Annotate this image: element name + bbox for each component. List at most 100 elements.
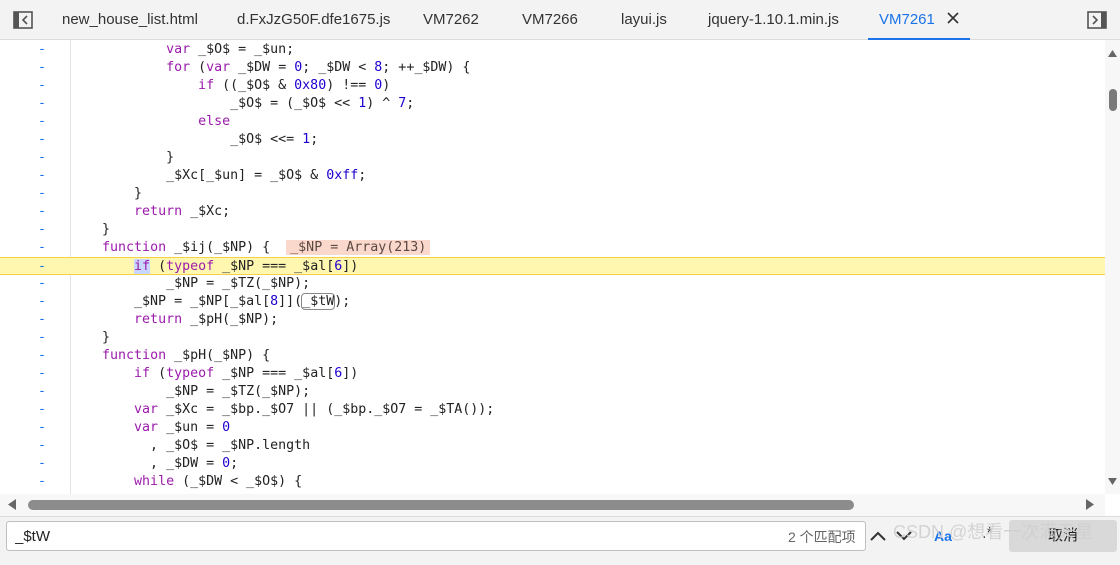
code-text: _$O$ <<= 1; xyxy=(70,132,319,147)
gutter-marker[interactable]: - xyxy=(38,203,50,221)
horizontal-scroll-thumb[interactable] xyxy=(28,500,854,510)
code-line[interactable]: - if (typeof _$NP === _$al[6]) xyxy=(0,365,1105,383)
tab-label: layui.js xyxy=(621,11,667,28)
gutter-marker[interactable]: - xyxy=(38,185,50,203)
code-line[interactable]: - _$O$ <<= 1; xyxy=(0,131,1105,149)
code-line[interactable]: - _$NP = _$TZ(_$NP); xyxy=(0,275,1105,293)
gutter-marker[interactable]: - xyxy=(38,239,50,257)
code-text: _$O$ = (_$O$ << 1) ^ 7; xyxy=(70,96,415,111)
code-line[interactable]: - return _$pH(_$NP); xyxy=(0,311,1105,329)
code-line[interactable]: - var _$un = 0 xyxy=(0,419,1105,437)
code-line[interactable]: - , _$O$ = _$NP.length xyxy=(0,437,1105,455)
code-line[interactable]: - else xyxy=(0,113,1105,131)
code-line[interactable]: - function _$ij(_$NP) { _$NP = Array(213… xyxy=(0,239,1105,257)
code-editor[interactable]: - var _$O$ = _$un; - for (var _$DW = 0; _… xyxy=(0,40,1105,494)
scroll-left-icon[interactable] xyxy=(8,499,16,510)
code-text: for (var _$DW = 0; _$DW < 8; ++_$DW) { xyxy=(166,60,471,75)
search-match: _$tW xyxy=(301,293,336,310)
scroll-right-icon[interactable] xyxy=(1086,499,1094,510)
gutter-marker[interactable]: - xyxy=(38,77,50,95)
gutter-marker[interactable]: - xyxy=(38,113,50,131)
code-line[interactable]: - for (var _$DW = 0; _$DW < 8; ++_$DW) { xyxy=(0,59,1105,77)
code-text: if (typeof _$NP === _$al[6]) xyxy=(134,259,359,274)
gutter-marker[interactable]: - xyxy=(38,167,50,185)
tab-d-fxjzg50f[interactable]: d.FxJzG50F.dfe1675.js xyxy=(237,0,390,40)
code-line[interactable]: - _$NP = _$NP[_$al[8]](_$tW); xyxy=(0,293,1105,311)
code-line[interactable]: - while (_$DW < _$O$) { xyxy=(0,473,1105,491)
search-input[interactable] xyxy=(6,521,866,551)
code-text: if ((_$O$ & 0x80) !== 0) xyxy=(198,78,391,93)
tab-label: d.FxJzG50F.dfe1675.js xyxy=(237,11,391,28)
code-line[interactable]: - function _$pH(_$NP) { xyxy=(0,347,1105,365)
code-line[interactable]: - } xyxy=(0,221,1105,239)
gutter-marker[interactable]: - xyxy=(38,131,50,149)
gutter-marker[interactable]: - xyxy=(38,347,50,365)
code-line-execution[interactable]: - if (typeof _$NP === _$al[6]) xyxy=(0,257,1105,275)
code-text: return _$pH(_$NP); xyxy=(134,312,279,327)
gutter-marker[interactable]: - xyxy=(38,473,50,491)
tab-layui[interactable]: layui.js xyxy=(621,0,667,40)
gutter-marker[interactable]: - xyxy=(38,401,50,419)
tab-label: VM7266 xyxy=(522,11,578,28)
gutter-marker[interactable]: - xyxy=(38,383,50,401)
code-line[interactable]: - } xyxy=(0,329,1105,347)
code-text: _$Xc[_$un] = _$O$ & 0xff; xyxy=(70,168,367,183)
code-text: } xyxy=(70,186,143,201)
code-line[interactable]: - _$O$ = (_$O$ << 1) ^ 7; xyxy=(0,95,1105,113)
tab-bar: new_house_list.html d.FxJzG50F.dfe1675.j… xyxy=(0,0,1120,40)
previous-match-button[interactable] xyxy=(866,521,890,551)
code-text: if (typeof _$NP === _$al[6]) xyxy=(134,366,359,381)
gutter-marker[interactable]: - xyxy=(38,365,50,383)
code-line[interactable]: - } xyxy=(0,149,1105,167)
gutter-marker[interactable]: - xyxy=(38,311,50,329)
code-text: } xyxy=(70,330,111,345)
code-line[interactable]: - if ((_$O$ & 0x80) !== 0) xyxy=(0,77,1105,95)
scroll-up-icon[interactable] xyxy=(1108,50,1117,57)
code-line[interactable]: - _$NP = _$TZ(_$NP); xyxy=(0,383,1105,401)
gutter-marker[interactable]: - xyxy=(38,275,50,293)
code-line[interactable]: - var _$Xc = _$bp._$O7 || (_$bp._$O7 = _… xyxy=(0,401,1105,419)
horizontal-scrollbar[interactable] xyxy=(0,494,1105,516)
gutter-marker[interactable]: - xyxy=(38,258,50,276)
vertical-scrollbar[interactable] xyxy=(1105,40,1120,494)
tab-vm7266[interactable]: VM7266 xyxy=(522,0,578,40)
code-text: function _$pH(_$NP) { xyxy=(102,348,271,363)
code-text: _$NP = _$NP[_$al[8]](_$tW); xyxy=(70,293,351,310)
tab-jquery[interactable]: jquery-1.10.1.min.js xyxy=(708,0,839,40)
close-tab-button[interactable] xyxy=(947,0,959,40)
gutter-marker[interactable]: - xyxy=(38,59,50,77)
code-text: _$NP = _$TZ(_$NP); xyxy=(70,384,311,399)
code-line[interactable]: - return _$Xc; xyxy=(0,203,1105,221)
code-line[interactable]: - var _$O$ = _$un; xyxy=(0,41,1105,59)
tab-label: new_house_list.html xyxy=(62,11,198,28)
code-line[interactable]: - , _$DW = 0; xyxy=(0,455,1105,473)
vertical-scroll-thumb[interactable] xyxy=(1109,89,1117,111)
tab-vm7261[interactable]: VM7261 xyxy=(868,0,971,40)
gutter-marker[interactable]: - xyxy=(38,149,50,167)
chevron-up-icon xyxy=(870,531,886,541)
tab-vm7262[interactable]: VM7262 xyxy=(423,0,479,40)
code-text: return _$Xc; xyxy=(134,204,231,219)
gutter-marker[interactable]: - xyxy=(38,293,50,311)
code-text: var _$Xc = _$bp._$O7 || (_$bp._$O7 = _$T… xyxy=(134,402,495,417)
inline-value: _$NP = Array(213) xyxy=(286,240,431,255)
gutter-marker[interactable]: - xyxy=(38,329,50,347)
tab-label: VM7261 xyxy=(879,11,935,28)
tab-label: VM7262 xyxy=(423,11,479,28)
code-text: else xyxy=(198,114,231,129)
match-count: 2 个匹配项 xyxy=(788,529,856,545)
gutter-marker[interactable]: - xyxy=(38,437,50,455)
gutter-marker[interactable]: - xyxy=(38,41,50,59)
toggle-navigator-button[interactable] xyxy=(12,9,34,31)
scroll-down-icon[interactable] xyxy=(1108,478,1117,485)
toggle-debugger-button[interactable] xyxy=(1086,9,1108,31)
code-line[interactable]: - _$Xc[_$un] = _$O$ & 0xff; xyxy=(0,167,1105,185)
code-text: var _$O$ = _$un; xyxy=(166,42,295,57)
gutter-marker[interactable]: - xyxy=(38,455,50,473)
gutter-marker[interactable]: - xyxy=(38,95,50,113)
tab-new-house-list[interactable]: new_house_list.html xyxy=(62,0,198,40)
gutter-marker[interactable]: - xyxy=(38,221,50,239)
code-line[interactable]: - } xyxy=(0,185,1105,203)
code-text: var _$un = 0 xyxy=(134,420,231,435)
gutter-marker[interactable]: - xyxy=(38,419,50,437)
